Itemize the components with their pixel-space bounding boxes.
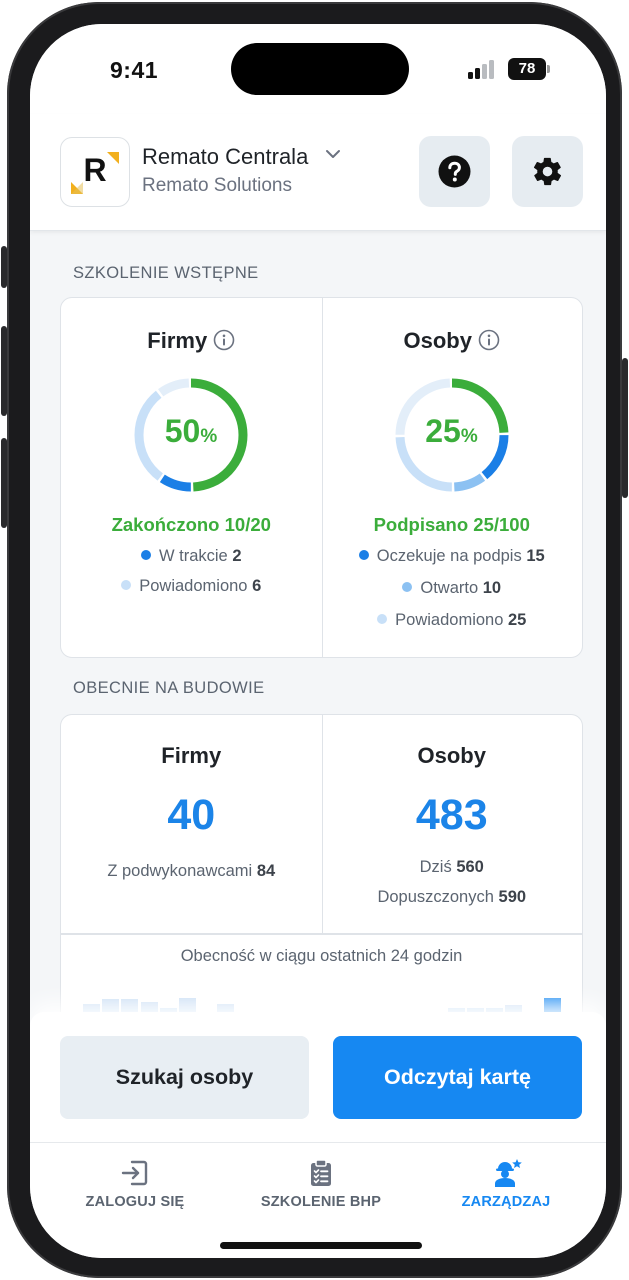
on-site-people-count: 483 [415,791,488,839]
tab-login[interactable]: ZALOGUJ SIĘ [39,1143,231,1258]
today-label: Dziś [419,858,452,876]
legend-dot [358,550,369,560]
battery-icon: 78 [508,58,546,80]
tab-safety-training-label: SZKOLENIE BHP [260,1194,382,1210]
people-allowed: Dopuszczonych 590 [322,888,583,907]
companies-legend-notified: Powiadomiono 6 [61,577,322,596]
legend-value: 10 [482,579,502,597]
legend-dot [402,582,413,592]
section-label-on-site: OBECNIE NA BUDOWIE [73,679,265,697]
company-logo[interactable]: R [60,137,130,207]
settings-button[interactable] [512,136,583,207]
companies-progress-value: 50% [131,413,251,450]
organization-subtitle: Remato Solutions [142,175,292,196]
legend-value: 2 [232,547,242,565]
people-legend-notified: Powiadomiono 25 [322,611,583,630]
cellular-signal-icon [468,59,496,79]
legend-dot [121,580,132,590]
help-icon [438,155,471,188]
allowed-label: Dopuszczonych [377,888,494,906]
tab-safety-training[interactable]: SZKOLENIE BHP [225,1143,417,1258]
people-legend-pending: Oczekuje na podpis 15 [322,547,583,566]
people-percent: 25 [425,413,461,449]
training-companies-title: Firmy [61,328,322,354]
card-divider-horizontal [61,933,582,935]
on-site-card: Firmy 40 Z podwykonawcami 84 Osoby 483 D… [60,714,583,1034]
people-done-label: Podpisano 25/100 [373,514,530,535]
app-header: R Remato Centrala Remato Solutions [30,114,606,231]
status-time: 9:41 [110,57,159,83]
section-label-initial-training: SZKOLENIE WSTĘPNE [73,264,259,282]
on-site-companies-panel[interactable]: Firmy 40 Z podwykonawcami 84 [61,715,322,933]
legend-label: Powiadomiono [139,577,248,595]
attendance-chart-title: Obecność w ciągu ostatnich 24 godzin [180,947,463,965]
companies-legend-in-progress: W trakcie 2 [61,547,322,566]
on-site-subcontractors: Z podwykonawcami 84 [61,862,322,881]
people-progress-value: 25% [392,413,512,450]
legend-label: W trakcie [158,547,228,565]
phone-frame: 9:41 78 R Remato Centrala Remato Solutio… [7,2,622,1278]
on-site-people-title: Osoby [417,743,486,768]
legend-value: 15 [526,547,545,565]
initial-training-card: Firmy 50% Zakończono 10/20 W trakcie 2 P… [60,297,583,658]
worker-star-icon [495,1159,522,1187]
tab-manage-label: ZARZĄDZAJ [461,1194,551,1210]
help-button[interactable] [419,136,490,207]
status-bar: 9:41 78 [30,24,606,114]
logo-letter: R [83,152,107,188]
legend-value: 25 [507,611,527,629]
dynamic-island [231,43,409,95]
chevron-down-icon[interactable] [325,148,341,160]
legend-value: 6 [252,577,262,595]
home-indicator [220,1242,422,1249]
tab-manage[interactable]: ZARZĄDZAJ [410,1143,602,1258]
allowed-value: 590 [498,888,527,906]
legend-label: Powiadomiono [395,611,504,629]
legend-label: Oczekuje na podpis [376,547,522,565]
on-site-people-panel[interactable]: Osoby 483 Dziś 560 Dopuszczonych 590 [322,715,583,933]
read-card-button[interactable]: Odczytaj kartę [333,1036,582,1119]
companies-percent: 50 [164,413,201,449]
legend-dot [140,550,151,560]
people-percent-sign: % [460,426,478,447]
power-button[interactable] [622,358,628,498]
on-site-companies-count: 40 [167,791,216,839]
companies-percent-sign: % [200,426,218,447]
companies-done-label: Zakończono 10/20 [111,514,271,535]
battery-tip [547,65,550,73]
training-people-title-text: Osoby [403,328,472,353]
search-person-button[interactable]: Szukaj osoby [60,1036,309,1119]
today-value: 560 [456,858,484,876]
screen: 9:41 78 R Remato Centrala Remato Solutio… [30,24,606,1258]
gear-icon [533,157,562,186]
legend-label: Otwarto [420,579,479,597]
training-people-panel[interactable]: Osoby 25% Podpisano 25/100 Oczekuje na p… [322,298,583,657]
legend-dot [377,614,388,624]
training-companies-title-text: Firmy [147,328,208,353]
training-people-title: Osoby [322,328,583,354]
tab-login-label: ZALOGUJ SIĘ [85,1194,185,1210]
clipboard-checklist-icon [311,1159,331,1186]
action-panel: Szukaj osoby Odczytaj kartę [30,1012,606,1142]
login-icon [121,1160,148,1186]
info-icon[interactable] [478,329,500,351]
organization-name[interactable]: Remato Centrala [142,144,308,170]
subcontractors-value: 84 [256,862,276,880]
subcontractors-label: Z podwykonawcami [107,862,253,880]
people-legend-opened: Otwarto 10 [322,579,583,598]
on-site-companies-title: Firmy [161,743,222,768]
people-today: Dziś 560 [322,858,583,877]
tab-bar: ZALOGUJ SIĘ SZKOLENIE BHP ZARZĄDZAJ [30,1142,606,1258]
training-companies-panel[interactable]: Firmy 50% Zakończono 10/20 W trakcie 2 P… [61,298,322,657]
info-icon[interactable] [213,329,235,351]
